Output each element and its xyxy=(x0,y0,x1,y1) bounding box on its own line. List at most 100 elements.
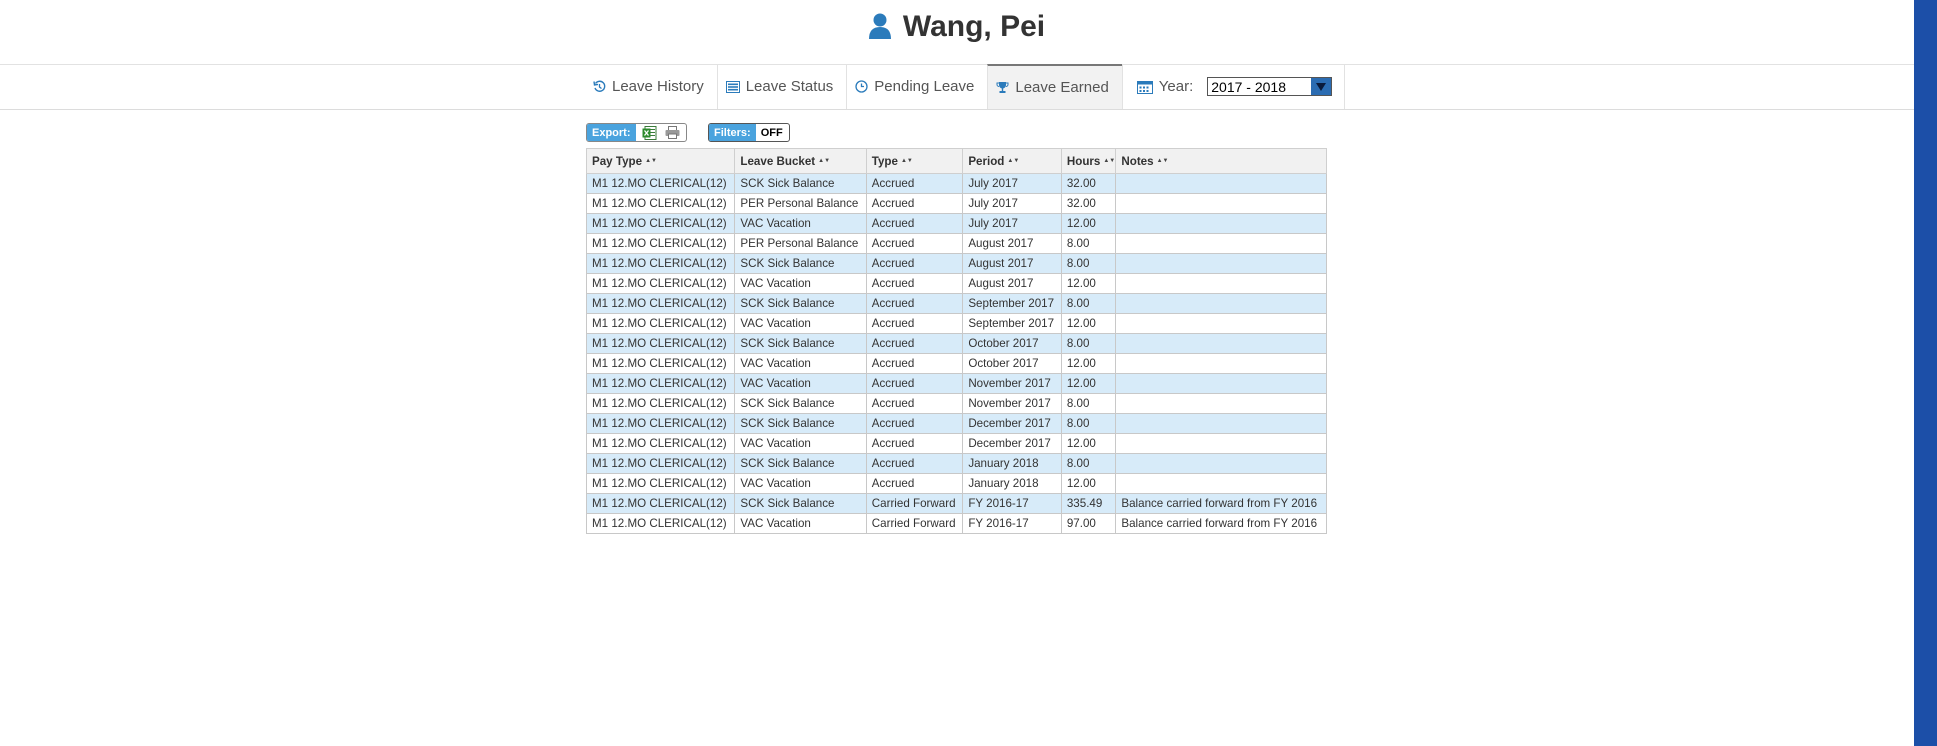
dropdown-arrow-icon[interactable] xyxy=(1311,78,1332,95)
trophy-icon xyxy=(996,81,1009,94)
cell-hours: 32.00 xyxy=(1060,173,1117,194)
cell-notes: Balance carried forward from FY 2016 xyxy=(1115,493,1327,514)
cell-hours: 32.00 xyxy=(1060,193,1117,214)
cell-notes xyxy=(1115,433,1327,454)
cell-notes: Balance carried forward from FY 2016 xyxy=(1115,513,1327,534)
cell-type: Accrued xyxy=(865,173,964,194)
export-group: Export: xyxy=(586,123,687,142)
cell-type: Accrued xyxy=(865,313,964,334)
table-row: M1 12.MO CLERICAL(12) VAC Vacation Accrued… xyxy=(585,473,1327,494)
column-header-leave-bucket[interactable]: Leave Bucket ▲▼ xyxy=(734,148,867,174)
cell-leave-bucket: SCK Sick Balance xyxy=(734,493,867,514)
tab-label: Leave Status xyxy=(745,78,834,95)
table-row: M1 12.MO CLERICAL(12) VAC Vacation Accrued… xyxy=(585,273,1327,294)
calendar-icon xyxy=(1136,80,1153,94)
cell-hours: 335.49 xyxy=(1060,493,1117,514)
cell-hours: 12.00 xyxy=(1060,213,1117,234)
cell-hours: 12.00 xyxy=(1060,433,1117,454)
table-row: M1 12.MO CLERICAL(12) VAC Vacation Accrued… xyxy=(585,353,1327,374)
column-header-hours[interactable]: Hours ▲▼ xyxy=(1060,148,1117,174)
cell-period: November 2017 xyxy=(962,373,1062,394)
cell-leave-bucket: VAC Vacation xyxy=(734,273,867,294)
cell-pay-type: M1 12.MO CLERICAL(12) xyxy=(585,413,736,434)
cell-type: Accrued xyxy=(865,233,964,254)
column-header-label: Type xyxy=(871,154,898,168)
table-row: M1 12.MO CLERICAL(12) SCK Sick Balance Acc… xyxy=(585,293,1327,314)
page-title: Wang, Pei xyxy=(0,10,1914,47)
sort-icon[interactable]: ▲▼ xyxy=(1007,158,1019,164)
cell-hours: 8.00 xyxy=(1060,413,1117,434)
cell-period: December 2017 xyxy=(962,433,1062,454)
cell-notes xyxy=(1115,453,1327,474)
tab-bar: Leave History Leave Status Pending Leave… xyxy=(0,64,1914,110)
column-header-notes[interactable]: Notes ▲▼ xyxy=(1115,148,1327,174)
cell-pay-type: M1 12.MO CLERICAL(12) xyxy=(585,353,736,374)
cell-period: September 2017 xyxy=(962,293,1062,314)
cell-type: Accrued xyxy=(865,433,964,454)
tab-label: Pending Leave xyxy=(874,78,975,95)
cell-hours: 8.00 xyxy=(1060,333,1117,354)
sort-icon[interactable]: ▲▼ xyxy=(645,158,657,164)
cell-leave-bucket: VAC Vacation xyxy=(734,373,867,394)
column-header-label: Hours xyxy=(1066,154,1101,168)
leave-earned-table: Pay Type ▲▼ Leave Bucket ▲▼ Type ▲▼ Period ▲▼ Ho… xyxy=(585,148,1327,534)
table-body: M1 12.MO CLERICAL(12) SCK Sick Balance Acc… xyxy=(585,173,1327,534)
right-edge-bar xyxy=(1914,0,1937,746)
cell-hours: 12.00 xyxy=(1060,373,1117,394)
table-row: M1 12.MO CLERICAL(12) VAC Vacation Accrued… xyxy=(585,213,1327,234)
page-header: Wang, Pei xyxy=(0,0,1914,65)
tab-leave-history[interactable]: Leave History xyxy=(585,64,717,109)
cell-notes xyxy=(1115,193,1327,214)
cell-type: Accrued xyxy=(865,393,964,414)
column-header-period[interactable]: Period ▲▼ xyxy=(962,148,1062,174)
cell-type: Carried Forward xyxy=(865,513,964,534)
cell-period: August 2017 xyxy=(962,233,1062,254)
cell-period: FY 2016-17 xyxy=(962,513,1062,534)
tab-pending-leave[interactable]: Pending Leave xyxy=(846,64,987,109)
table-header-row: Pay Type ▲▼ Leave Bucket ▲▼ Type ▲▼ Period ▲▼ Ho… xyxy=(585,148,1327,174)
cell-type: Accrued xyxy=(865,453,964,474)
filters-state: OFF xyxy=(760,126,783,139)
table-row: M1 12.MO CLERICAL(12) VAC Vacation Accrued… xyxy=(585,433,1327,454)
column-header-pay-type[interactable]: Pay Type ▲▼ xyxy=(585,148,736,174)
sort-icon[interactable]: ▲▼ xyxy=(1157,158,1169,164)
table-row: M1 12.MO CLERICAL(12) PER Personal Balanc… xyxy=(585,193,1327,214)
cell-leave-bucket: SCK Sick Balance xyxy=(734,393,867,414)
cell-hours: 8.00 xyxy=(1060,293,1117,314)
cell-hours: 8.00 xyxy=(1060,393,1117,414)
cell-period: January 2018 xyxy=(962,453,1062,474)
column-header-label: Period xyxy=(968,154,1005,168)
cell-hours: 8.00 xyxy=(1060,233,1117,254)
cell-notes xyxy=(1115,313,1327,334)
column-header-type[interactable]: Type ▲▼ xyxy=(865,148,964,174)
clock-icon xyxy=(855,80,868,93)
sort-icon[interactable]: ▲▼ xyxy=(818,158,830,164)
cell-notes xyxy=(1115,353,1327,374)
cell-pay-type: M1 12.MO CLERICAL(12) xyxy=(585,273,736,294)
tab-leave-earned[interactable]: Leave Earned xyxy=(987,64,1122,109)
cell-hours: 97.00 xyxy=(1060,513,1117,534)
cell-type: Accrued xyxy=(865,293,964,314)
cell-leave-bucket: VAC Vacation xyxy=(734,213,867,234)
sort-icon[interactable]: ▲▼ xyxy=(1103,158,1115,164)
tab-leave-status[interactable]: Leave Status xyxy=(716,64,847,109)
excel-icon[interactable] xyxy=(642,125,657,140)
cell-period: July 2017 xyxy=(962,173,1062,194)
cell-type: Accrued xyxy=(865,473,964,494)
employee-name: Wang, Pei xyxy=(902,10,1046,43)
tab-label: Leave Earned xyxy=(1015,79,1109,96)
filters-toggle[interactable]: Filters: OFF xyxy=(708,123,790,142)
cell-pay-type: M1 12.MO CLERICAL(12) xyxy=(585,193,736,214)
cell-period: October 2017 xyxy=(962,333,1062,354)
table-row: M1 12.MO CLERICAL(12) SCK Sick Balance Acc… xyxy=(585,333,1327,354)
print-icon[interactable] xyxy=(665,126,680,139)
cell-leave-bucket: SCK Sick Balance xyxy=(734,293,867,314)
cell-type: Accrued xyxy=(865,413,964,434)
table-row: M1 12.MO CLERICAL(12) SCK Sick Balance Acc… xyxy=(585,393,1327,414)
cell-period: September 2017 xyxy=(962,313,1062,334)
filters-label: Filters: xyxy=(709,124,756,141)
cell-type: Accrued xyxy=(865,193,964,214)
sort-icon[interactable]: ▲▼ xyxy=(901,158,913,164)
year-dropdown[interactable]: 2017 - 2018 xyxy=(1207,77,1333,96)
cell-pay-type: M1 12.MO CLERICAL(12) xyxy=(585,333,736,354)
